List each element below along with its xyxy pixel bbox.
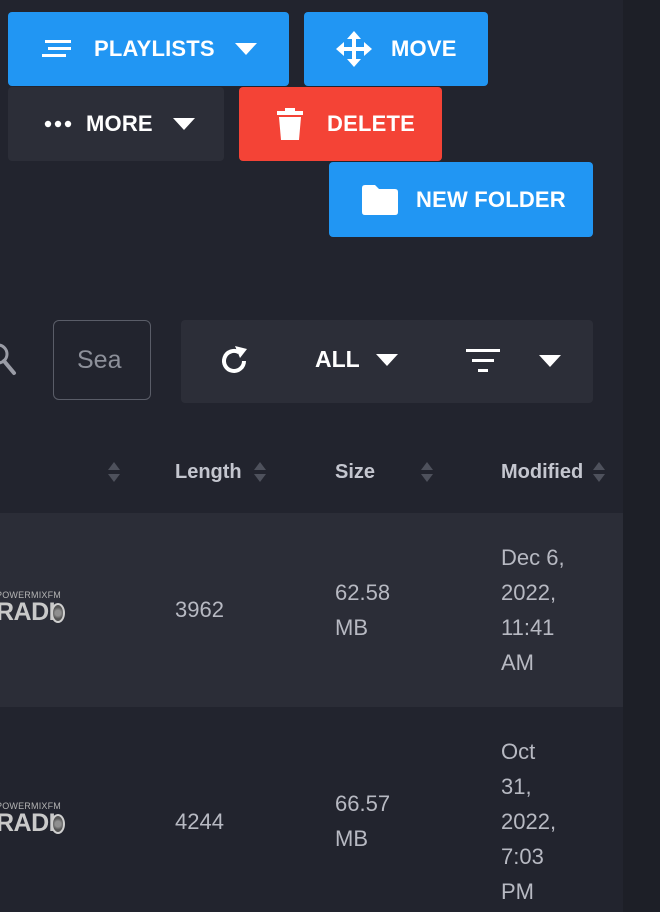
radio-logo-thumbnail: POWERMIXFM RADI [0, 590, 74, 636]
chevron-down-icon[interactable] [539, 355, 561, 367]
sort-icon [593, 462, 606, 482]
filter-select[interactable]: ALL [315, 346, 398, 373]
cell-modified-line: 7:03 [501, 844, 544, 869]
folder-icon [362, 184, 398, 215]
column-header-label: Length [175, 460, 242, 483]
column-header-label: Modified [501, 460, 584, 483]
playlist-icon [42, 38, 76, 60]
cell-modified: Oct 31, 2022, 7:03 PM [501, 734, 556, 909]
table-row[interactable]: POWERMIXFM RADI 3962 62.58 MB Dec 6, 202… [0, 513, 623, 707]
column-header-modified[interactable]: Modified [501, 460, 606, 484]
sort-lines-icon[interactable] [466, 349, 500, 373]
cell-size: 66.57 MB [335, 786, 390, 856]
cell-size-unit: MB [335, 615, 368, 640]
delete-label: DELETE [327, 111, 415, 136]
new-folder-label: NEW FOLDER [416, 186, 566, 212]
logo-disc-icon [51, 814, 65, 834]
ellipsis-icon [44, 120, 72, 128]
column-header-size[interactable]: Size [335, 460, 434, 484]
cell-modified-line: Dec 6, [501, 545, 565, 570]
playlists-button[interactable]: PLAYLISTS [8, 12, 289, 86]
new-folder-button[interactable]: NEW FOLDER [329, 162, 593, 237]
cell-modified-line: PM [501, 879, 534, 904]
cell-modified: Dec 6, 2022, 11:41 AM [501, 540, 565, 680]
scrollbar-track[interactable] [623, 0, 660, 912]
column-header-sort[interactable] [96, 460, 120, 484]
playlists-label: PLAYLISTS [94, 36, 215, 61]
filter-select-value: ALL [315, 346, 360, 372]
sort-icon [253, 462, 266, 482]
move-label: MOVE [391, 36, 457, 61]
more-button[interactable]: MORE [8, 87, 224, 161]
chevron-down-icon [375, 353, 398, 366]
logo-disc-icon [51, 603, 65, 623]
logo-text: RADI [0, 598, 56, 626]
more-label: MORE [86, 111, 153, 136]
cell-modified-line: AM [501, 650, 534, 675]
cell-size: 62.58 MB [335, 575, 390, 645]
move-button[interactable]: MOVE [304, 12, 488, 86]
cell-size-value: 66.57 [335, 791, 391, 816]
cell-length: 3962 [175, 597, 224, 622]
chevron-down-icon [172, 118, 195, 130]
radio-logo-thumbnail: POWERMIXFM RADI [0, 801, 74, 847]
chevron-down-icon [234, 43, 257, 55]
search-icon[interactable] [0, 340, 18, 376]
cell-size-unit: MB [335, 826, 368, 851]
cell-length: 4244 [175, 809, 224, 834]
cell-size-value: 62.58 [335, 580, 391, 605]
cell-modified-line: 2022, [501, 580, 557, 605]
cell-modified-line: 2022, [501, 809, 557, 834]
delete-button[interactable]: DELETE [239, 87, 442, 161]
media-panel: PLAYLISTS MOVE MORE DELETE NEW FOLDER Se… [0, 0, 623, 912]
column-header-length[interactable]: Length [175, 460, 266, 484]
move-arrows-icon [334, 29, 374, 69]
cell-modified-line: 11:41 [501, 615, 555, 640]
cell-modified-line: 31, [501, 774, 532, 799]
column-header-label: Size [335, 460, 376, 483]
logo-text: RADI [0, 809, 56, 837]
list-toolbar: ALL [181, 320, 593, 403]
sort-icon [421, 462, 434, 482]
refresh-icon[interactable] [218, 345, 250, 377]
table-row[interactable]: POWERMIXFM RADI 4244 66.57 MB Oct 31, 20… [0, 707, 623, 912]
search-input-value: Sea [77, 345, 122, 374]
trash-icon [277, 108, 303, 140]
cell-modified-line: Oct [501, 739, 536, 764]
search-input[interactable]: Sea [53, 320, 151, 400]
sort-icon [108, 462, 120, 482]
